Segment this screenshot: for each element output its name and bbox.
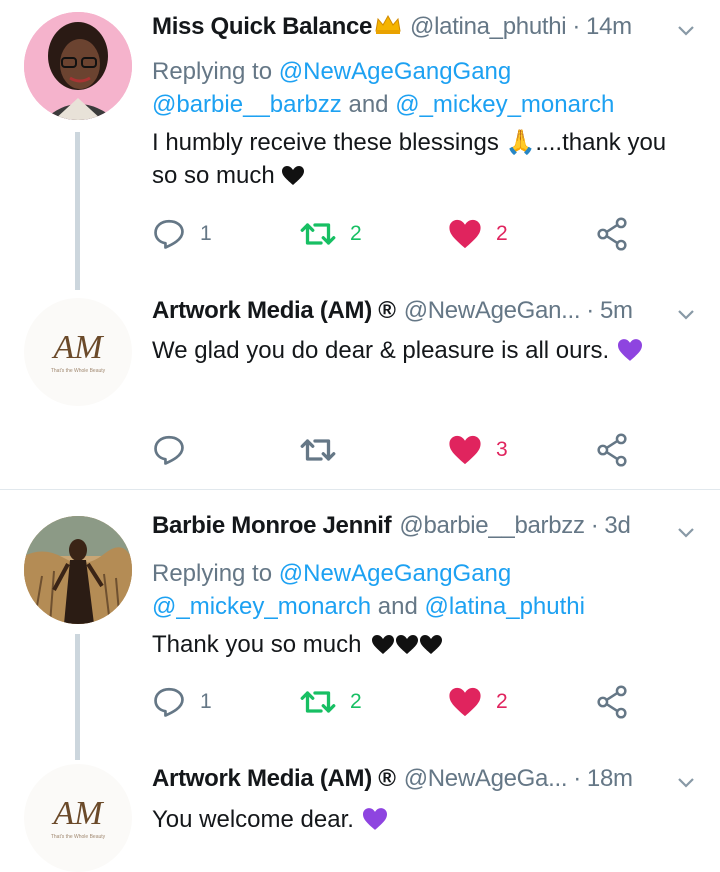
artwork-media-logo: AM That's the Whole Beauty: [24, 298, 132, 406]
timestamp[interactable]: 14m: [586, 13, 632, 41]
reply-icon: [154, 219, 184, 249]
logo-text: AM: [51, 795, 104, 832]
mention-link[interactable]: @NewAgeGangGang: [279, 58, 512, 85]
display-name[interactable]: Artwork Media (AM) ®: [152, 765, 396, 793]
timestamp[interactable]: 3d: [604, 512, 630, 540]
reply-icon: [154, 687, 184, 717]
logo-tagline: That's the Whole Beauty: [51, 368, 106, 374]
like-count: 2: [496, 690, 508, 713]
separator-dot: ·: [590, 512, 599, 539]
logo-tagline: That's the Whole Beauty: [51, 834, 106, 840]
chevron-down-icon[interactable]: [676, 522, 696, 542]
purple-heart-icon: [616, 338, 644, 371]
avatar[interactable]: [24, 516, 132, 624]
tweet-actions: 1 2 2: [152, 682, 652, 722]
display-name[interactable]: Artwork Media (AM) ®: [152, 297, 396, 325]
reply-count: 1: [200, 222, 212, 245]
share-icon: [597, 433, 627, 467]
mention-link[interactable]: @_mickey_monarch: [395, 91, 614, 118]
reply-button[interactable]: 1: [152, 682, 212, 722]
replying-to: Replying to @NewAgeGangGang @_mickey_mon…: [152, 557, 680, 623]
replying-to-label: Replying to: [152, 58, 273, 85]
thread-line: [75, 132, 80, 290]
reply-button[interactable]: 1: [152, 214, 212, 254]
and-label: and: [377, 593, 418, 620]
separator-dot: ·: [572, 13, 581, 40]
retweet-button[interactable]: 2: [300, 682, 362, 722]
separator-dot: ·: [586, 297, 594, 324]
conversation-divider: [0, 489, 720, 490]
logo-text: AM: [51, 329, 104, 366]
user-handle[interactable]: @barbie__barbzz: [399, 512, 585, 540]
timestamp[interactable]: 5m: [600, 297, 633, 325]
mention-link[interactable]: @_mickey_monarch: [152, 593, 371, 620]
tweet-text-part: You welcome dear.: [152, 806, 354, 833]
retweet-button[interactable]: 2: [300, 214, 362, 254]
share-button[interactable]: [596, 214, 628, 254]
separator-dot: ·: [573, 765, 581, 792]
tweet-text-part: We glad you do dear & pleasure is all ou…: [152, 337, 610, 364]
retweet-icon: [300, 439, 336, 461]
share-button[interactable]: [596, 682, 628, 722]
tweet-actions: 1 2 2: [152, 214, 652, 254]
retweet-button[interactable]: [300, 430, 350, 470]
tweet-text: Thank you so much: [152, 628, 690, 665]
retweet-count: 2: [350, 690, 362, 713]
tweet-header: Miss Quick Balance @latina_phuthi · 14m: [152, 9, 660, 45]
tweet-text: We glad you do dear & pleasure is all ou…: [152, 334, 690, 371]
crown-icon: [374, 13, 402, 42]
avatar[interactable]: AM That's the Whole Beauty: [24, 764, 132, 872]
artwork-media-logo: AM That's the Whole Beauty: [24, 764, 132, 872]
praying-hands-emoji: 🙏: [505, 129, 536, 156]
like-count: 2: [496, 222, 508, 245]
like-button[interactable]: 3: [448, 430, 508, 470]
tweet-text-part: Thank you so much: [152, 631, 362, 658]
like-icon: [449, 435, 481, 465]
like-count: 3: [496, 438, 508, 461]
avatar-photo: [24, 516, 132, 624]
tweet-header: Artwork Media (AM) ® @NewAgeGan... · 5m: [152, 293, 660, 329]
reply-icon: [154, 435, 184, 465]
like-button[interactable]: 2: [448, 214, 508, 254]
black-heart-icon: [368, 632, 446, 665]
display-name[interactable]: Barbie Monroe Jennif: [152, 512, 392, 540]
tweet-header: Artwork Media (AM) ® @NewAgeGa... · 18m: [152, 761, 660, 797]
tweet-text: You welcome dear.: [152, 803, 690, 840]
black-heart-icon: [281, 163, 305, 196]
mention-link[interactable]: @NewAgeGangGang: [279, 560, 512, 587]
user-handle[interactable]: @latina_phuthi: [410, 13, 567, 41]
and-label: and: [348, 91, 389, 118]
replying-to-label: Replying to: [152, 560, 273, 587]
like-icon: [449, 219, 481, 249]
mention-link[interactable]: @barbie__barbzz: [152, 91, 342, 118]
avatar-photo: [24, 12, 132, 120]
display-name[interactable]: Miss Quick Balance: [152, 13, 372, 41]
like-button[interactable]: 2: [448, 682, 508, 722]
share-icon: [597, 685, 627, 719]
share-icon: [597, 217, 627, 251]
tweet-actions: 3: [152, 430, 652, 470]
tweet-header: Barbie Monroe Jennif @barbie__barbzz · 3…: [152, 508, 660, 544]
user-handle[interactable]: @NewAgeGa...: [404, 765, 568, 793]
replying-to: Replying to @NewAgeGangGang @barbie__bar…: [152, 55, 680, 121]
reply-count: 1: [200, 690, 212, 713]
thread-line: [75, 634, 80, 760]
chevron-down-icon[interactable]: [676, 772, 696, 792]
reply-button[interactable]: [152, 430, 200, 470]
timestamp[interactable]: 18m: [587, 765, 633, 793]
avatar[interactable]: AM That's the Whole Beauty: [24, 298, 132, 406]
like-icon: [449, 687, 481, 717]
chevron-down-icon[interactable]: [676, 304, 696, 324]
tweet-text-part: I humbly receive these blessings: [152, 129, 499, 156]
share-button[interactable]: [596, 430, 628, 470]
mention-link[interactable]: @latina_phuthi: [425, 593, 585, 620]
avatar[interactable]: [24, 12, 132, 120]
user-handle[interactable]: @NewAgeGan...: [404, 297, 581, 325]
retweet-icon: [300, 691, 336, 713]
tweet-text: I humbly receive these blessings 🙏....th…: [152, 126, 690, 196]
chevron-down-icon[interactable]: [676, 20, 696, 40]
retweet-icon: [300, 223, 336, 245]
purple-heart-icon: [361, 807, 389, 840]
retweet-count: 2: [350, 222, 362, 245]
